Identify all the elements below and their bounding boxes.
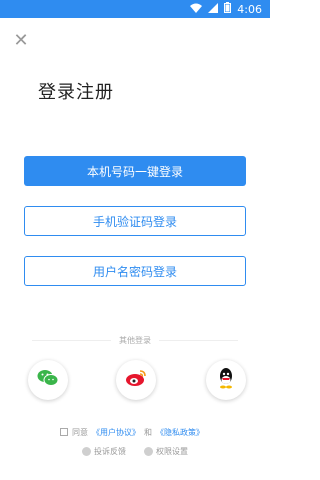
status-bar: 4:06 <box>0 0 270 18</box>
user-agreement-link[interactable]: 《用户协议》 <box>92 427 140 438</box>
feedback-icon <box>82 447 91 456</box>
footer-links: 投诉反馈 权限设置 <box>0 446 270 457</box>
wifi-icon <box>190 3 203 16</box>
one-click-login-label: 本机号码一键登录 <box>86 164 183 179</box>
feedback-link[interactable]: 投诉反馈 <box>82 446 126 457</box>
permissions-label: 权限设置 <box>156 447 188 456</box>
sms-code-login-label: 手机验证码登录 <box>92 214 177 229</box>
page-title: 登录注册 <box>38 82 114 103</box>
permissions-link[interactable]: 权限设置 <box>144 446 188 457</box>
one-click-login-button[interactable]: 本机号码一键登录 <box>24 156 246 186</box>
close-icon[interactable]: ✕ <box>12 32 30 50</box>
sms-code-login-button[interactable]: 手机验证码登录 <box>24 206 246 236</box>
password-login-button[interactable]: 用户名密码登录 <box>24 256 246 286</box>
agreement-row: 同意 《用户协议》 和 《隐私政策》 <box>60 426 204 438</box>
weibo-icon <box>124 368 148 392</box>
wechat-login-button[interactable] <box>28 360 68 400</box>
wechat-icon <box>37 369 59 391</box>
privacy-policy-link[interactable]: 《隐私政策》 <box>156 427 204 438</box>
other-login-divider: 其他登录 <box>24 334 246 346</box>
status-right: 4:06 <box>190 2 262 16</box>
weibo-login-button[interactable] <box>116 360 156 400</box>
permissions-icon <box>144 447 153 456</box>
qq-icon <box>217 367 235 393</box>
agreement-prefix: 同意 <box>72 427 88 437</box>
password-login-label: 用户名密码登录 <box>92 264 177 279</box>
status-time: 4:06 <box>237 2 262 16</box>
other-login-label: 其他登录 <box>119 335 151 345</box>
qq-login-button[interactable] <box>206 360 246 400</box>
feedback-label: 投诉反馈 <box>94 447 126 456</box>
agreement-and: 和 <box>144 427 152 437</box>
battery-icon <box>224 2 232 16</box>
cell-signal-icon <box>208 2 219 16</box>
agreement-checkbox[interactable] <box>60 428 68 436</box>
